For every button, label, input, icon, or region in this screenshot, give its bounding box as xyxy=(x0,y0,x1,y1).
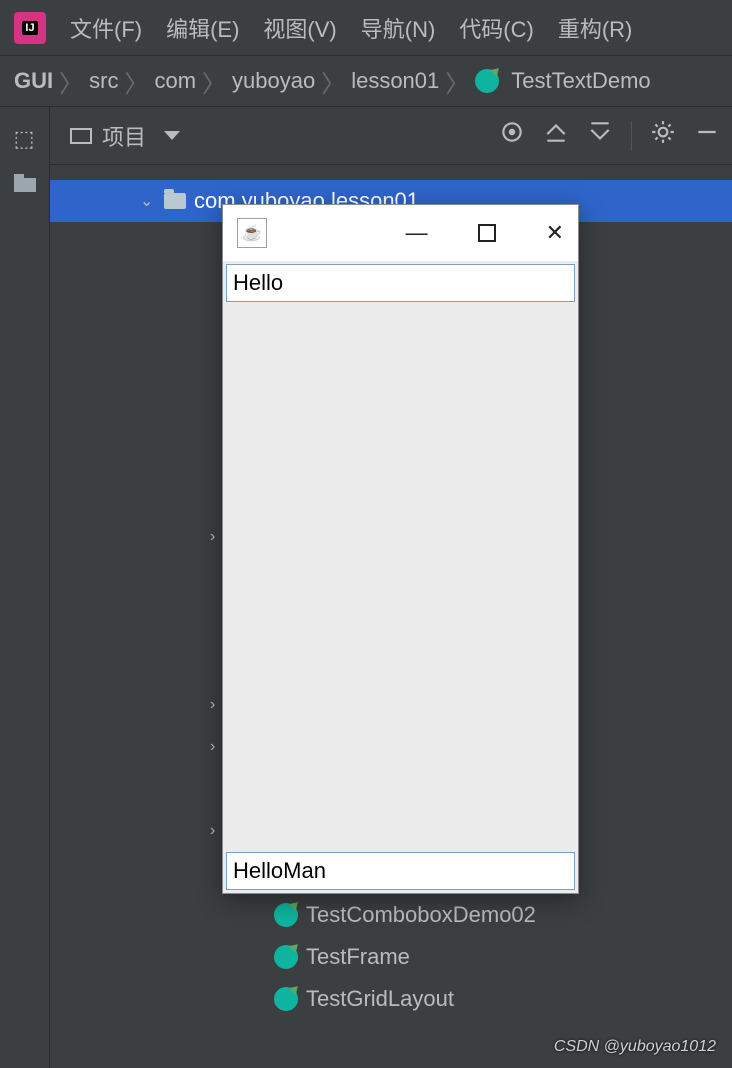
menu-view[interactable]: 视图(V) xyxy=(263,12,336,44)
tree-row[interactable]: TestFrame xyxy=(50,936,732,978)
gear-icon[interactable] xyxy=(650,119,676,152)
project-view-icon[interactable] xyxy=(70,128,92,144)
chevron-right-icon: 〉 xyxy=(321,64,345,99)
project-toolbar: 项目 xyxy=(0,107,732,165)
tree-row[interactable]: TestGridLayout xyxy=(50,978,732,1020)
watermark-text: CSDN @yuboyao1012 xyxy=(554,1038,716,1056)
dropdown-arrow-icon[interactable] xyxy=(164,131,180,140)
menu-navigate[interactable]: 导航(N) xyxy=(361,12,436,44)
hide-icon[interactable] xyxy=(694,119,720,152)
menu-code[interactable]: 代码(C) xyxy=(459,12,534,44)
crumb-lesson01[interactable]: lesson01 xyxy=(351,68,439,94)
crumb-root[interactable]: GUI xyxy=(14,68,53,94)
class-icon xyxy=(274,945,298,969)
folder-icon xyxy=(164,193,186,209)
locate-icon[interactable] xyxy=(499,119,525,152)
ide-logo-icon: IJ xyxy=(14,12,46,44)
java-awt-window[interactable]: ☕ — ✕ Hello HelloMan xyxy=(222,204,579,894)
class-icon xyxy=(475,69,499,93)
collapse-all-icon[interactable] xyxy=(587,119,613,152)
tree-row[interactable]: TestComboboxDemo02 xyxy=(50,894,732,936)
class-icon xyxy=(274,903,298,927)
crumb-current[interactable]: TestTextDemo xyxy=(511,68,650,94)
chevron-down-icon[interactable]: ⌄ xyxy=(140,191,156,211)
chevron-right-icon: 〉 xyxy=(59,64,83,99)
menu-bar: IJ 文件(F) 编辑(E) 视图(V) 导航(N) 代码(C) 重构(R) xyxy=(0,0,732,55)
crumb-yuboyao[interactable]: yuboyao xyxy=(232,68,315,94)
maximize-button[interactable] xyxy=(478,224,496,242)
menu-refactor[interactable]: 重构(R) xyxy=(558,12,633,44)
chevron-right-icon: 〉 xyxy=(445,64,469,99)
breadcrumb: GUI 〉 src 〉 com 〉 yuboyao 〉 lesson01 〉 T… xyxy=(0,55,732,107)
window-titlebar[interactable]: ☕ — ✕ xyxy=(223,205,578,261)
tree-item-label: TestFrame xyxy=(306,944,410,970)
project-tab-icon[interactable] xyxy=(14,172,36,198)
project-view-label[interactable]: 项目 xyxy=(102,120,146,152)
text-field-bottom[interactable]: HelloMan xyxy=(226,852,575,890)
minimize-button[interactable]: — xyxy=(406,220,428,246)
window-body xyxy=(223,305,578,849)
class-icon xyxy=(274,987,298,1011)
tree-item-label: TestGridLayout xyxy=(306,986,454,1012)
chevron-right-icon: 〉 xyxy=(202,64,226,99)
tool-window-rail: ⬚ xyxy=(0,107,50,1068)
java-cup-icon: ☕ xyxy=(237,218,267,248)
close-button[interactable]: ✕ xyxy=(546,220,564,246)
expand-all-icon[interactable] xyxy=(543,119,569,152)
chevron-right-icon: 〉 xyxy=(124,64,148,99)
crumb-src[interactable]: src xyxy=(89,68,118,94)
crumb-com[interactable]: com xyxy=(154,68,196,94)
divider xyxy=(631,121,632,151)
tree-item-label: TestComboboxDemo02 xyxy=(306,902,536,928)
menu-edit[interactable]: 编辑(E) xyxy=(166,12,239,44)
menu-file[interactable]: 文件(F) xyxy=(70,12,142,44)
structure-icon[interactable]: ⬚ xyxy=(12,127,38,152)
text-field-top[interactable]: Hello xyxy=(226,264,575,302)
